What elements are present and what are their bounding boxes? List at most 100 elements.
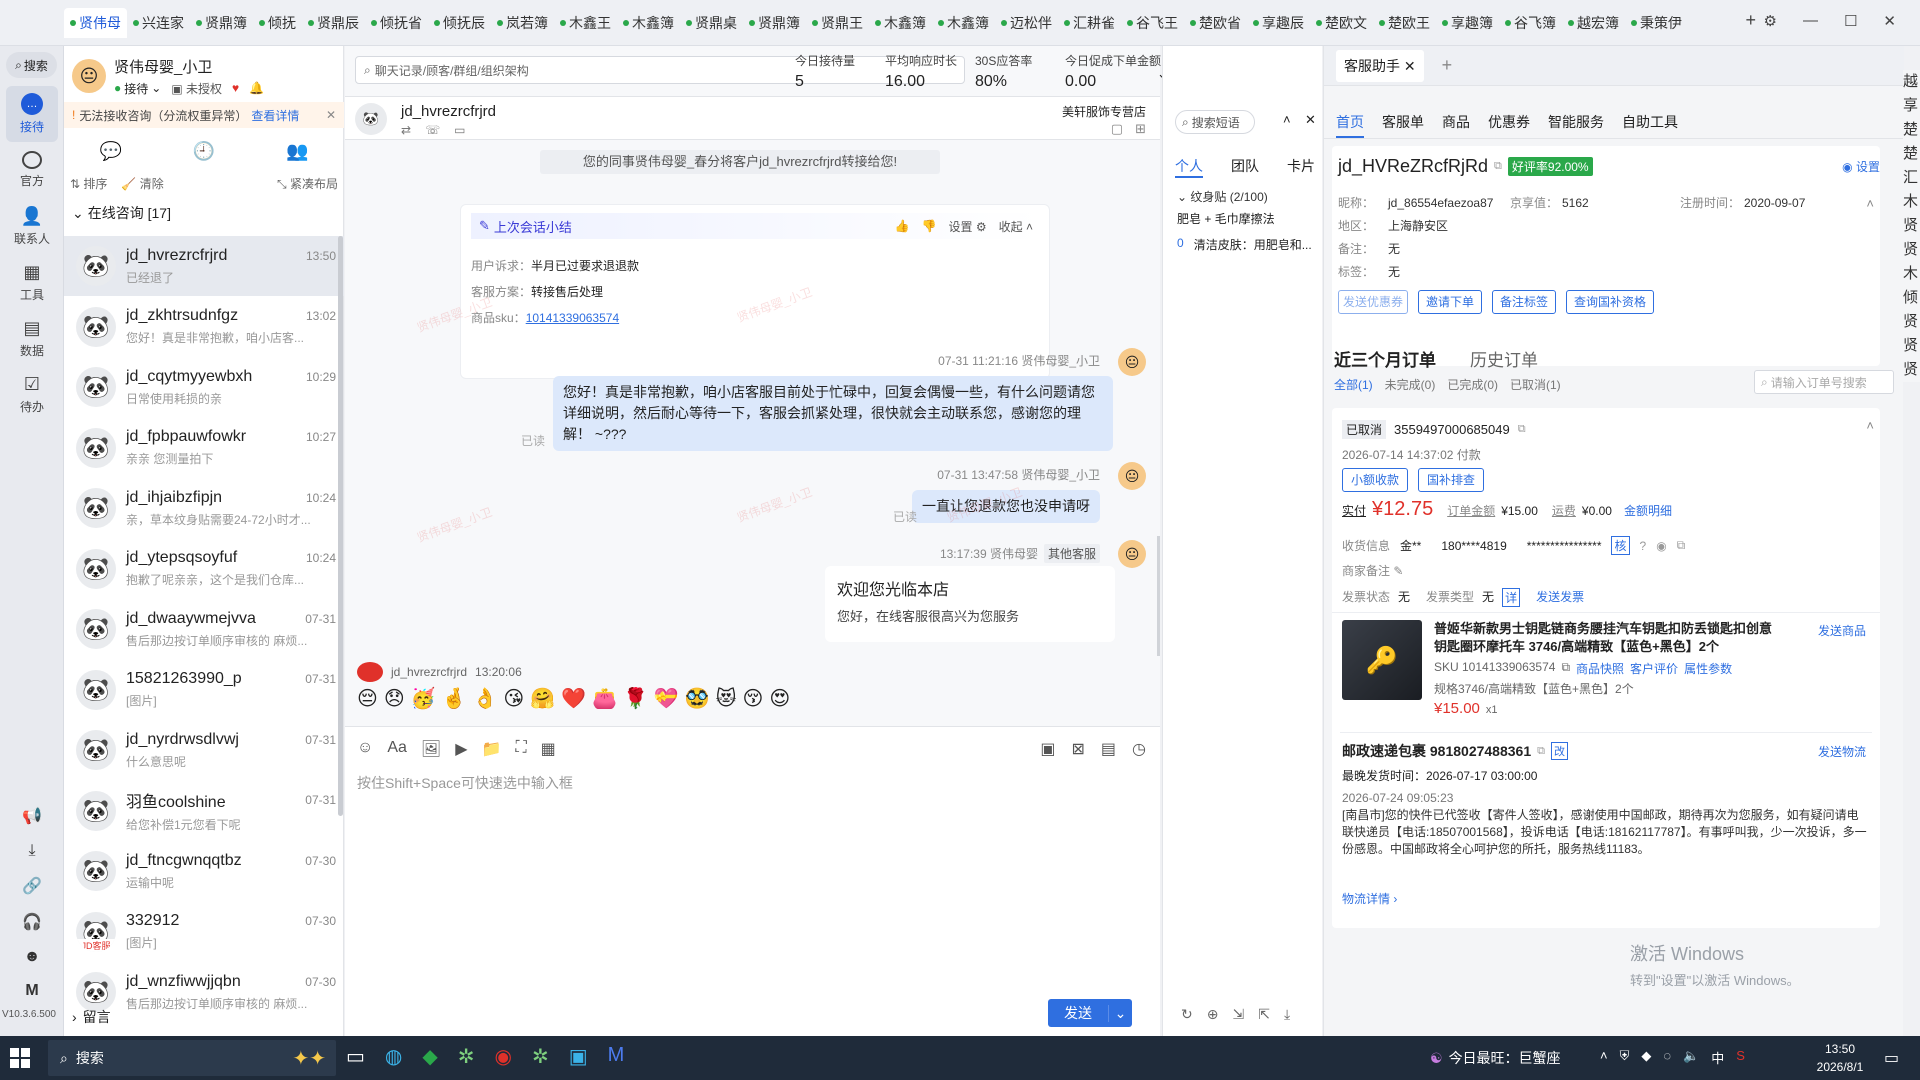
- emoji-icon[interactable]: ☺: [357, 739, 373, 759]
- shop-tab[interactable]: 楚欧文: [1310, 8, 1373, 38]
- phone-icon[interactable]: ☏: [425, 123, 440, 137]
- start-button[interactable]: [10, 1048, 30, 1068]
- video-icon[interactable]: ▶: [455, 739, 467, 759]
- nav-contacts[interactable]: 👤 联系人: [0, 198, 64, 254]
- conversation-item[interactable]: 🐼 jd_cqytmyyewbxh 10:29 日常使用耗损的亲: [64, 357, 344, 417]
- invite-order-button[interactable]: 邀请下单: [1418, 290, 1482, 314]
- sogou-icon[interactable]: S: [1736, 1048, 1745, 1067]
- app-star2-icon[interactable]: ✲: [532, 1044, 549, 1069]
- shop-tab[interactable]: 楚欧王: [1373, 8, 1436, 38]
- close-icon[interactable]: ✕: [1883, 12, 1896, 30]
- edge-browser-icon[interactable]: ◍: [385, 1044, 402, 1069]
- chat-list-tab-icon[interactable]: 💬: [99, 141, 121, 162]
- assistant-subtab[interactable]: 客服单: [1382, 112, 1424, 138]
- shop-tab[interactable]: 越宏簿: [1562, 8, 1625, 38]
- add-icon[interactable]: ⊕: [1207, 1006, 1219, 1023]
- card-icon[interactable]: ▣: [1040, 739, 1055, 759]
- wechat-icon[interactable]: ◆: [422, 1044, 437, 1069]
- scrollbar[interactable]: [338, 236, 343, 816]
- logistics-detail-link[interactable]: 物流详情 ›: [1342, 890, 1397, 907]
- shop-tab[interactable]: 贤鼎辰: [302, 8, 365, 38]
- help-icon[interactable]: ?: [1640, 539, 1647, 553]
- screenshot-icon[interactable]: ⛶: [515, 739, 526, 759]
- close-panel-icon[interactable]: ✕: [1305, 112, 1316, 128]
- view-details-link[interactable]: 查看详情: [251, 107, 299, 124]
- shop-tab[interactable]: 倾抚省: [365, 8, 428, 38]
- network-icon[interactable]: ◌: [1663, 1048, 1671, 1067]
- contacts-tab-icon[interactable]: 👥: [286, 141, 308, 162]
- app-m-icon[interactable]: M: [608, 1044, 625, 1069]
- bag-icon[interactable]: ⊞: [1135, 121, 1146, 137]
- copy-icon[interactable]: ⧉: [1561, 660, 1570, 677]
- order-filter[interactable]: 已取消(1): [1510, 376, 1561, 393]
- conversation-item[interactable]: 🐼 15821263990_p 07-31 [图片]: [64, 660, 344, 720]
- send-button[interactable]: 发送 ⌄: [1048, 999, 1132, 1027]
- snapshot-link[interactable]: 商品快照: [1576, 660, 1624, 677]
- conversation-item[interactable]: 🐼 羽鱼coolshine 07-31 给您补偿1元您看下呢: [64, 781, 344, 841]
- notification-icon[interactable]: ▭: [1884, 1048, 1899, 1068]
- app-star-icon[interactable]: ✲: [458, 1044, 475, 1069]
- copy-icon[interactable]: ⧉: [1537, 745, 1545, 758]
- bell-icon[interactable]: 🔔: [249, 81, 264, 95]
- edge-shop-label[interactable]: 木: [1903, 262, 1920, 286]
- shop-tab[interactable]: 贤鼎桌: [680, 8, 743, 38]
- shop-tab[interactable]: 兴连家: [127, 8, 190, 38]
- product-title[interactable]: 普姬华新款男士钥匙链商务腰挂汽车钥匙扣防丢锁匙扣创意钥匙圈环摩托车 3746/高…: [1434, 620, 1774, 656]
- check-subsidy-button[interactable]: 查询国补资格: [1566, 290, 1654, 314]
- compact-layout-button[interactable]: ⤡ 紧凑布局: [277, 175, 338, 192]
- chat-scrollbar[interactable]: [1157, 536, 1160, 656]
- send-options-icon[interactable]: ⌄: [1108, 1004, 1132, 1022]
- shop-tab[interactable]: 木鑫簿: [869, 8, 932, 38]
- edge-shop-label[interactable]: 木: [1903, 190, 1920, 214]
- heart-icon[interactable]: ♥: [232, 81, 239, 95]
- shop-tab[interactable]: 木鑫簿: [617, 8, 680, 38]
- collapse-icon[interactable]: ˄: [1866, 418, 1874, 433]
- search-input[interactable]: 聊天记录/顾客/群组/组织架构: [375, 62, 529, 79]
- nav-search[interactable]: ⌕ 搜索: [6, 52, 57, 78]
- assistant-tab[interactable]: 客服助手 ✕: [1336, 49, 1424, 82]
- conversation-item[interactable]: 🐼 jd_zkhtrsudnfgz 13:02 您好！真是非常抱歉，咱小店客...: [64, 297, 344, 357]
- edge-shop-label[interactable]: 越: [1903, 70, 1920, 94]
- conversation-item[interactable]: 🐼 jd_fpbpauwfowkr 10:27 亲亲 您测量拍下: [64, 418, 344, 478]
- send-coupon-button[interactable]: 发送优惠券: [1338, 290, 1408, 314]
- shield-icon[interactable]: ⛨: [1620, 1048, 1630, 1067]
- clear-button[interactable]: 🧹 清除: [121, 175, 163, 192]
- edge-shop-label[interactable]: 贤: [1903, 214, 1920, 238]
- tray-chevron-icon[interactable]: ˄: [1600, 1048, 1608, 1067]
- assistant-settings[interactable]: ◉ 设置: [1842, 158, 1880, 175]
- shop-tab[interactable]: 木鑫簿: [932, 8, 995, 38]
- copy-icon[interactable]: ⧉: [1518, 423, 1526, 436]
- amount-detail-link[interactable]: 金额明细: [1624, 502, 1672, 519]
- headset-icon[interactable]: 🎧: [22, 912, 42, 932]
- history-tab-icon[interactable]: 🕘: [193, 141, 215, 162]
- link-icon[interactable]: 🔗: [22, 876, 42, 896]
- assistant-subtab[interactable]: 优惠券: [1488, 112, 1530, 138]
- export-icon[interactable]: ⇱: [1258, 1006, 1270, 1023]
- minimize-icon[interactable]: —: [1803, 12, 1818, 30]
- attributes-link[interactable]: 属性参数: [1684, 660, 1732, 677]
- maximize-icon[interactable]: ☐: [1844, 12, 1857, 30]
- verify-button[interactable]: 核: [1611, 536, 1630, 555]
- send-product-link[interactable]: 发送商品: [1818, 622, 1866, 639]
- assistant-subtab[interactable]: 商品: [1442, 112, 1470, 138]
- copy-icon[interactable]: ⧉: [1494, 160, 1502, 173]
- add-tab-icon[interactable]: +: [1442, 55, 1453, 76]
- refresh-icon[interactable]: ↻: [1181, 1006, 1193, 1023]
- m-logo-icon[interactable]: M: [25, 982, 38, 1000]
- thumbs-down-icon[interactable]: 👎: [922, 219, 937, 233]
- shop-tab[interactable]: 贤鼎簿: [743, 8, 806, 38]
- phrase-search[interactable]: ⌕ 搜索短语: [1175, 110, 1255, 134]
- image-icon[interactable]: 🖼: [421, 739, 441, 759]
- conversation-item[interactable]: 🐼 jd_hvrezrcfrjrd 13:50 已经退了: [64, 236, 344, 296]
- shop-tab[interactable]: 享趣簿: [1436, 8, 1499, 38]
- nav-tools[interactable]: ▦ 工具: [0, 254, 64, 310]
- edge-shop-label[interactable]: 汇: [1903, 166, 1920, 190]
- edge-shop-label[interactable]: 贤: [1903, 358, 1920, 382]
- ime-indicator[interactable]: 中: [1711, 1048, 1724, 1067]
- status-dropdown[interactable]: ● 接待 ⌄: [114, 80, 161, 97]
- history-orders-tab[interactable]: 历史订单: [1470, 346, 1538, 371]
- edge-shop-label[interactable]: 享: [1903, 94, 1920, 118]
- phrase-tab[interactable]: 团队: [1231, 156, 1259, 178]
- shop-tab[interactable]: 贤伟母: [64, 8, 127, 38]
- download-icon[interactable]: ⤓: [28, 842, 35, 860]
